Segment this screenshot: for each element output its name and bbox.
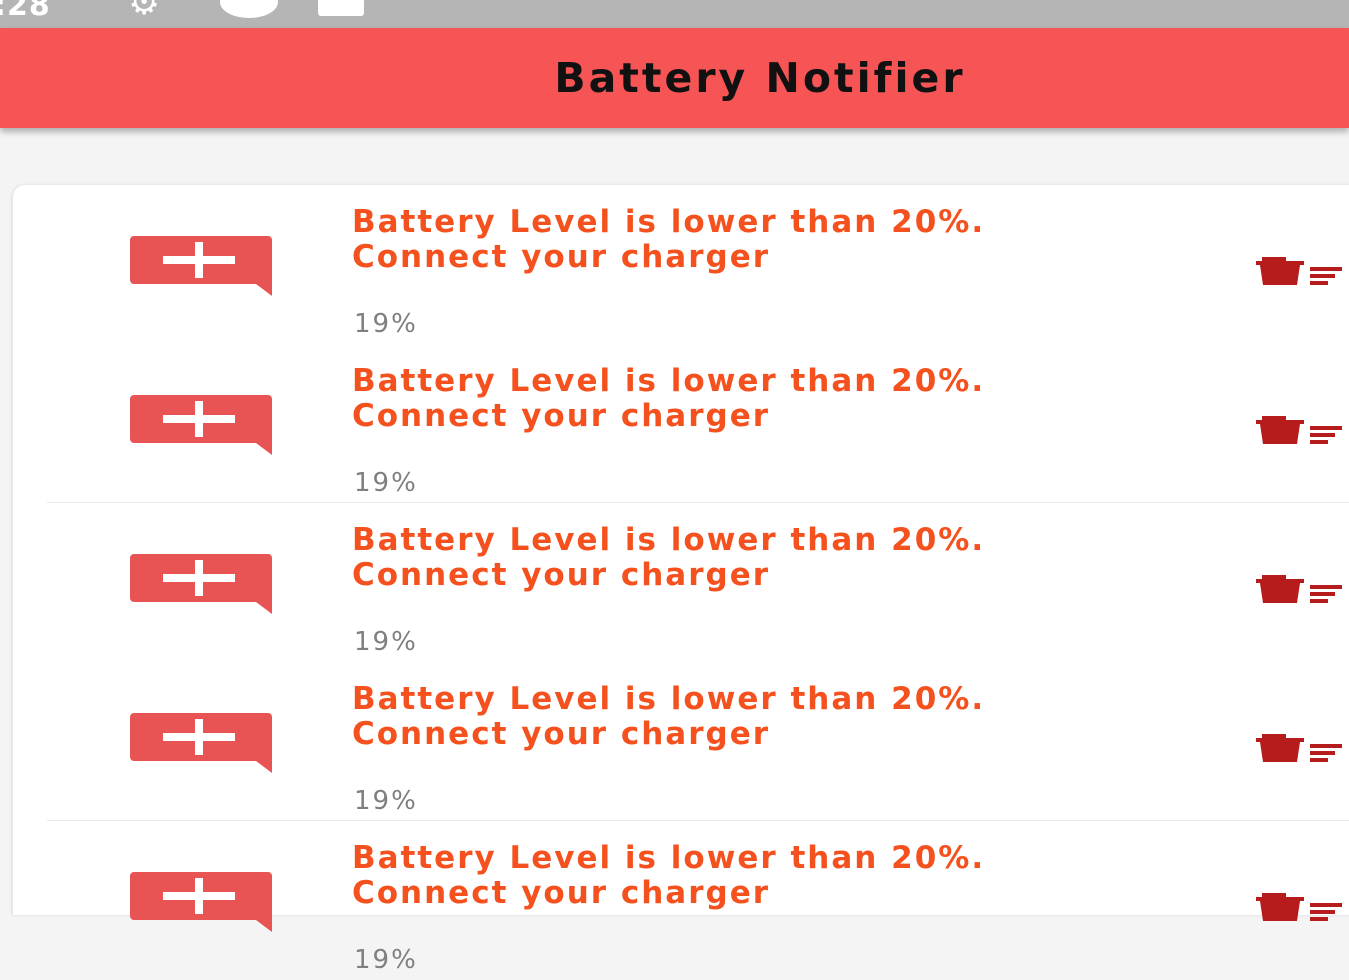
battery-level: 19% [354, 468, 418, 498]
status-indicator-icon [220, 0, 278, 18]
notification-message: Battery Level is lower than 20%. Connect… [352, 522, 986, 593]
delete-sweep-icon[interactable] [1256, 732, 1346, 772]
delete-sweep-icon[interactable] [1256, 891, 1346, 931]
add-comment-icon [130, 554, 272, 614]
notification-item[interactable]: Battery Level is lower than 20%. Connect… [13, 503, 1349, 662]
notification-message: Battery Level is lower than 20%. Connect… [352, 363, 986, 434]
notification-item[interactable]: Battery Level is lower than 20%. Connect… [13, 185, 1349, 344]
battery-level: 19% [354, 309, 418, 339]
notification-item[interactable]: Battery Level is lower than 20%. Connect… [13, 821, 1349, 980]
battery-level: 19% [354, 786, 418, 816]
delete-sweep-icon[interactable] [1256, 255, 1346, 295]
notification-item[interactable]: Battery Level is lower than 20%. Connect… [13, 344, 1349, 503]
notification-item[interactable]: Battery Level is lower than 20%. Connect… [13, 662, 1349, 821]
status-bar: :28 ⚙ [0, 0, 1349, 28]
notification-message: Battery Level is lower than 20%. Connect… [352, 204, 986, 275]
battery-level: 19% [354, 627, 418, 657]
add-comment-icon [130, 872, 272, 932]
app-bar: Battery Notifier [0, 28, 1349, 128]
status-time: :28 [0, 0, 51, 23]
sim-card-icon [318, 0, 364, 16]
add-comment-icon [130, 236, 272, 296]
app-title: Battery Notifier [554, 54, 966, 102]
notification-list[interactable]: Battery Level is lower than 20%. Connect… [13, 185, 1349, 975]
delete-sweep-icon[interactable] [1256, 573, 1346, 613]
notification-message: Battery Level is lower than 20%. Connect… [352, 840, 986, 911]
battery-level: 19% [354, 945, 418, 975]
delete-sweep-icon[interactable] [1256, 414, 1346, 454]
add-comment-icon [130, 713, 272, 773]
add-comment-icon [130, 395, 272, 455]
settings-gear-icon: ⚙ [128, 0, 161, 23]
notification-message: Battery Level is lower than 20%. Connect… [352, 681, 986, 752]
